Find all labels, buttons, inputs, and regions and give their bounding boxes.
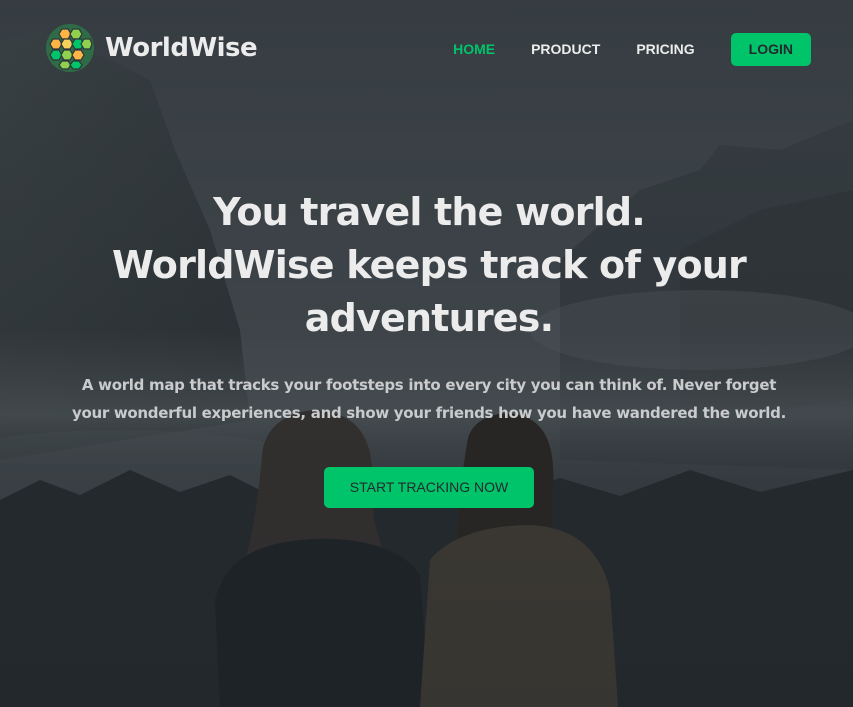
top-nav: WorldWise HOME PRODUCT PRICING LOGIN — [0, 0, 853, 98]
hero-section: WorldWise HOME PRODUCT PRICING LOGIN You… — [0, 0, 853, 707]
hero-headline: You travel the world. WorldWise keeps tr… — [60, 186, 798, 345]
brand-logo-link[interactable]: WorldWise — [45, 22, 258, 74]
nav-link-home[interactable]: HOME — [453, 32, 495, 66]
hero-tagline: A world map that tracks your footsteps i… — [71, 376, 786, 422]
nav-item-product: PRODUCT — [531, 32, 600, 66]
brand-name: WorldWise — [105, 33, 258, 63]
nav-item-pricing: PRICING — [636, 32, 694, 66]
hexagon-globe-icon — [46, 24, 94, 72]
nav-link-pricing[interactable]: PRICING — [636, 32, 694, 66]
nav-item-login: LOGIN — [730, 32, 811, 66]
nav-link-product[interactable]: PRODUCT — [531, 32, 600, 66]
nav-item-home: HOME — [453, 32, 495, 66]
login-button[interactable]: LOGIN — [730, 32, 811, 66]
hero-content: You travel the world. WorldWise keeps tr… — [60, 186, 798, 508]
start-tracking-button[interactable]: START TRACKING NOW — [324, 467, 534, 508]
nav-links: HOME PRODUCT PRICING LOGIN — [417, 32, 811, 66]
headline-line-2: WorldWise keeps track of your adventures… — [112, 243, 747, 340]
headline-line-1: You travel the world. — [213, 190, 646, 234]
